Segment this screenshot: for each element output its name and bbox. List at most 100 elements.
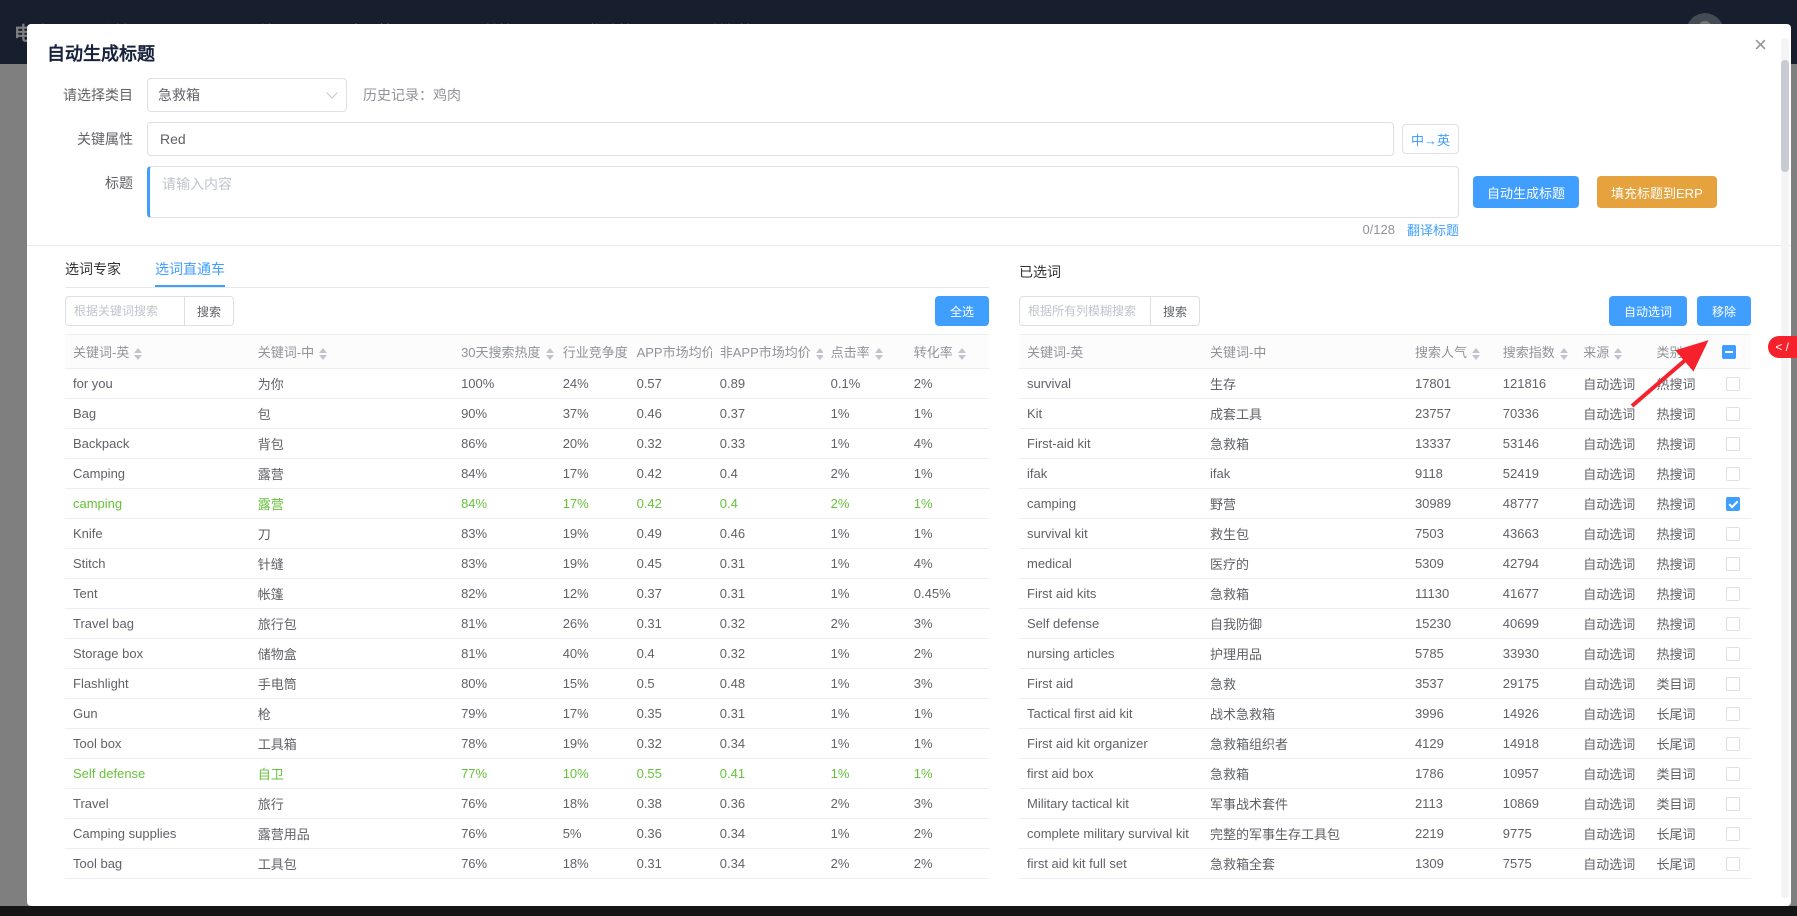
table-row[interactable]: survival 生存 17801 121816 自动选词 热搜词 (1019, 368, 1751, 399)
generate-title-button[interactable]: 自动生成标题 (1473, 176, 1580, 208)
table-row[interactable]: first aid kit full set 急救箱全套 1309 7575 自动选词长… (1019, 848, 1751, 879)
left-search-input[interactable] (65, 296, 185, 326)
remove-button[interactable]: 移除 (1696, 296, 1751, 326)
column-header[interactable]: 转化率 (905, 334, 989, 369)
table-row[interactable]: Tool bag 工具包 76% 18% 0.31 0.34 2% 2% (65, 848, 989, 879)
cell: 3996 (1406, 698, 1495, 729)
table-row[interactable]: First aid kits 急救箱 11130 41677 自动选词 热搜词 (1019, 578, 1751, 609)
table-row[interactable]: complete military survival kit 完整的军事生存工具包… (1019, 818, 1751, 849)
row-checkbox[interactable] (1725, 797, 1740, 812)
row-checkbox[interactable] (1725, 677, 1740, 692)
column-header[interactable]: 关键词-中 (1202, 334, 1407, 369)
table-row[interactable]: Bag 包 90% 37% 0.46 0.37 1% 1% (65, 398, 989, 429)
column-header[interactable]: 30天搜索热度 (453, 334, 555, 369)
table-row[interactable]: medical 医疗的 5309 42794 自动选词 热搜词 (1019, 548, 1751, 579)
table-row[interactable]: Knife 刀 83% 19% 0.49 0.46 1% 1% (65, 518, 989, 549)
table-row[interactable]: Gun 枪 79% 17% 0.35 0.31 1% 1% (65, 698, 989, 729)
row-checkbox[interactable] (1725, 527, 1740, 542)
fill-erp-button[interactable]: 填充标题到ERP (1597, 176, 1717, 208)
sort-caret-icon[interactable] (1614, 347, 1623, 360)
column-header[interactable]: 关键词-中 (249, 334, 454, 369)
table-row[interactable]: camping 野营 30989 48777 自动选词 热搜词 (1019, 488, 1751, 519)
table-row[interactable]: Tactical first aid kit 战术急救箱 3996 14926 自动选词… (1019, 698, 1751, 729)
table-row[interactable]: Self defense 自我防御 15230 40699 自动选词 热搜词 (1019, 608, 1751, 639)
table-row[interactable]: Tool box 工具箱 78% 19% 0.32 0.34 1% 1% (65, 728, 989, 759)
column-header[interactable]: 行业竞争度 (554, 334, 629, 369)
table-row[interactable]: Flashlight 手电筒 80% 15% 0.5 0.48 1% 3% (65, 668, 989, 699)
title-textarea[interactable] (147, 166, 1459, 218)
column-header[interactable]: 搜索指数 (1494, 334, 1576, 369)
sort-caret-icon[interactable] (1471, 347, 1480, 360)
row-checkbox[interactable] (1725, 767, 1740, 782)
tab-word-expert[interactable]: 选词专家 (65, 250, 121, 287)
column-header[interactable]: 来源 (1575, 334, 1649, 369)
table-row[interactable]: Stitch 针缝 83% 19% 0.45 0.31 1% 4% (65, 548, 989, 579)
row-checkbox[interactable] (1725, 437, 1740, 452)
row-checkbox[interactable] (1725, 557, 1740, 572)
right-search-button[interactable]: 搜索 (1151, 296, 1201, 326)
row-checkbox[interactable] (1725, 827, 1740, 842)
edge-collapse-badge[interactable]: < / (1768, 336, 1797, 358)
column-header[interactable]: 关键词-英 (65, 334, 250, 369)
sort-caret-icon[interactable] (134, 347, 143, 360)
row-checkbox[interactable] (1725, 647, 1740, 662)
category-select[interactable]: 急救箱 (147, 78, 347, 112)
table-row[interactable]: Storage box 储物盒 81% 40% 0.4 0.32 1% 2% (65, 638, 989, 669)
table-row[interactable]: Military tactical kit 军事战术套件 2113 10869 自动选词… (1019, 788, 1751, 819)
table-row[interactable]: Camping supplies 露营用品 76% 5% 0.36 0.34 1% 2% (65, 818, 989, 849)
row-checkbox[interactable] (1725, 707, 1740, 722)
sort-caret-icon[interactable] (319, 347, 328, 360)
table-row[interactable]: Tent 帐篷 82% 12% 0.37 0.31 1% 0.45% (65, 578, 989, 609)
right-search-input[interactable] (1019, 296, 1151, 326)
auto-select-button[interactable]: 自动选词 (1608, 296, 1687, 326)
cell: 42794 (1494, 548, 1576, 579)
sort-caret-icon[interactable] (874, 347, 883, 360)
table-row[interactable]: Kit 成套工具 23757 70336 自动选词 热搜词 (1019, 398, 1751, 429)
sort-caret-icon[interactable] (815, 347, 823, 360)
column-header[interactable]: APP市场均价 (628, 334, 712, 369)
column-header[interactable]: 搜索人气 (1406, 334, 1495, 369)
sort-caret-icon[interactable] (545, 347, 554, 360)
table-row[interactable]: Self defense 自卫 77% 10% 0.55 0.41 1% 1% (65, 758, 989, 789)
column-header[interactable]: 关键词-英 (1019, 334, 1202, 369)
table-row[interactable]: first aid box 急救箱 1786 10957 自动选词 类目词 (1019, 758, 1751, 789)
select-all-button[interactable]: 全选 (934, 296, 989, 326)
tab-word-express[interactable]: 选词直通车 (155, 250, 225, 287)
sort-caret-icon[interactable] (1559, 347, 1568, 360)
table-row[interactable]: survival kit 救生包 7503 43663 自动选词 热搜词 (1019, 518, 1751, 549)
scrollbar-thumb[interactable] (1781, 60, 1789, 172)
row-checkbox[interactable] (1725, 407, 1740, 422)
translate-title-link[interactable]: 翻译标题 (1407, 220, 1459, 239)
table-row[interactable]: Backpack 背包 86% 20% 0.32 0.33 1% 4% (65, 428, 989, 459)
sort-caret-icon[interactable] (957, 347, 966, 360)
row-checkbox[interactable] (1725, 497, 1740, 512)
table-row[interactable]: Travel bag 旅行包 81% 26% 0.31 0.32 2% 3% (65, 608, 989, 639)
translate-attr-button[interactable]: 中→英 (1401, 124, 1459, 154)
row-checkbox[interactable] (1725, 587, 1740, 602)
table-row[interactable]: Travel 旅行 76% 18% 0.38 0.36 2% 3% (65, 788, 989, 819)
row-checkbox[interactable] (1725, 857, 1740, 872)
table-row[interactable]: camping 露营 84% 17% 0.42 0.4 2% 1% (65, 488, 989, 519)
table-row[interactable]: for you 为你 100% 24% 0.57 0.89 0.1% 2% (65, 368, 989, 399)
row-checkbox[interactable] (1725, 467, 1740, 482)
sort-caret-icon[interactable] (1687, 347, 1696, 360)
table-row[interactable]: First aid 急救 3537 29175 自动选词 类目词 (1019, 668, 1751, 699)
attr-input[interactable] (147, 122, 1394, 156)
table-row[interactable]: nursing articles 护理用品 5785 33930 自动选词 热搜词 (1019, 638, 1751, 669)
close-icon[interactable]: × (1754, 34, 1767, 56)
table-row[interactable]: Camping 露营 84% 17% 0.42 0.4 2% 1% (65, 458, 989, 489)
column-label: 搜索指数 (1502, 345, 1555, 360)
select-all-checkbox[interactable] (1722, 345, 1737, 360)
cell: 手电筒 (249, 668, 454, 699)
cell: 40699 (1494, 608, 1576, 639)
table-row[interactable]: First aid kit organizer 急救箱组织者 4129 14918 自动… (1019, 728, 1751, 759)
table-row[interactable]: First-aid kit 急救箱 13337 53146 自动选词 热搜词 (1019, 428, 1751, 459)
row-checkbox[interactable] (1725, 737, 1740, 752)
table-row[interactable]: ifak ifak 9118 52419 自动选词 热搜词 (1019, 458, 1751, 489)
column-header[interactable]: 类别 (1648, 334, 1715, 369)
column-header[interactable]: 点击率 (822, 334, 906, 369)
row-checkbox[interactable] (1725, 617, 1740, 632)
column-header[interactable]: 非APP市场均价 (711, 334, 823, 369)
row-checkbox[interactable] (1725, 377, 1740, 392)
left-search-button[interactable]: 搜索 (185, 296, 235, 326)
